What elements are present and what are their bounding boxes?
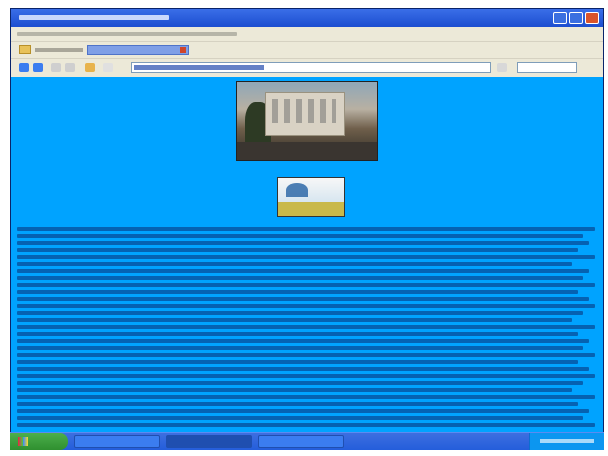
text-line [17,346,584,350]
text-line [17,416,584,420]
text-line [17,290,578,294]
menu-items-placeholder[interactable] [17,32,237,36]
stop-icon[interactable] [51,63,61,72]
taskbar-item[interactable] [74,435,160,448]
bookmark-icon[interactable] [103,63,113,72]
text-line [17,423,595,427]
go-icon[interactable] [497,63,507,72]
text-line [17,276,584,280]
navigation-toolbar [11,58,603,78]
text-line [17,353,595,357]
taskbar-item[interactable] [258,435,344,448]
ground [237,142,377,160]
search-box[interactable] [517,62,577,73]
browser-window [10,8,604,450]
text-line [17,367,590,371]
text-line [17,304,595,308]
forward-icon[interactable] [33,63,43,72]
text-line [17,409,590,413]
taskbar [10,432,604,450]
active-tab[interactable] [87,45,189,55]
text-line [17,318,572,322]
title-bar[interactable] [11,9,603,27]
text-line [17,402,578,406]
text-line [17,388,572,392]
text-line [17,262,572,266]
text-line [17,395,595,399]
links-label-placeholder[interactable] [35,48,83,52]
address-bar[interactable] [131,62,491,73]
address-text-placeholder [134,65,264,70]
text-line [17,325,595,329]
text-line [17,360,578,364]
building-photo [236,81,378,161]
window-title-placeholder [19,15,169,20]
text-line [17,227,595,231]
back-icon[interactable] [19,63,29,72]
taskbar-item-active[interactable] [166,435,252,448]
text-line [17,374,595,378]
building [265,92,345,136]
text-line [17,241,590,245]
text-line [17,332,578,336]
maximize-icon[interactable] [569,12,583,24]
sign-image [277,177,345,217]
page-content [11,77,603,437]
clock-placeholder [540,439,594,443]
refresh-icon[interactable] [65,63,75,72]
windows-flag-icon [18,437,28,446]
text-line [17,255,595,259]
links-bar [11,41,603,58]
text-line [17,248,578,252]
text-line [17,339,590,343]
text-line [17,234,584,238]
text-line [17,381,584,385]
sign-emblem [286,183,308,197]
close-icon[interactable] [180,47,186,53]
menu-bar[interactable] [11,27,603,41]
system-tray [529,433,604,450]
folder-icon[interactable] [19,45,31,54]
home-icon[interactable] [85,63,95,72]
article-text [17,227,595,432]
close-icon[interactable] [585,12,599,24]
text-line [17,283,595,287]
start-button[interactable] [10,433,68,450]
text-line [17,311,584,315]
minimize-icon[interactable] [553,12,567,24]
text-line [17,269,590,273]
text-line [17,297,590,301]
